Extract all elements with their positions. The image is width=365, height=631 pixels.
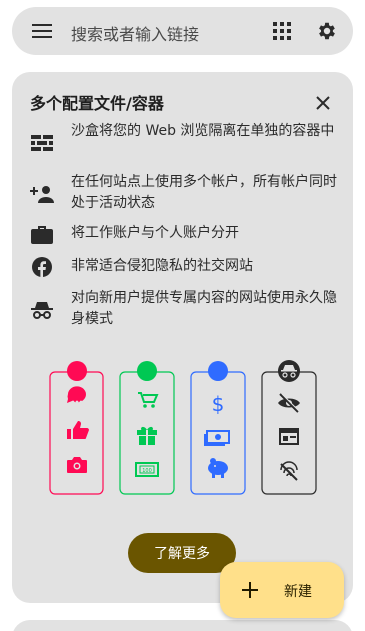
feature-text: 沙盒将您的 Web 浏览隔离在单独的容器中 <box>71 123 335 139</box>
search-bar[interactable]: 搜索或者输入链接 <box>12 7 353 55</box>
feature-text: 在任何站点上使用多个帐户，所有帐户同时处于活动状态 <box>71 174 337 211</box>
fingerprint-off-icon <box>280 461 298 481</box>
facebook-icon <box>30 255 54 279</box>
container-red <box>49 361 104 495</box>
camera-icon <box>67 457 87 473</box>
fab-label: 新建 <box>284 584 312 600</box>
container-green: 100 <box>119 361 175 495</box>
chat-icon <box>67 386 86 404</box>
feature-item: 在任何站点上使用多个帐户，所有帐户同时处于活动状态 <box>30 172 340 216</box>
briefcase-icon <box>30 222 54 246</box>
next-card <box>12 620 353 631</box>
svg-text:100: 100 <box>142 468 152 474</box>
feature-item: 对向新用户提供专属内容的网站使用永久隐身模式 <box>30 288 340 332</box>
feature-text: 对向新用户提供专属内容的网站使用永久隐身模式 <box>71 290 337 327</box>
feature-item: 非常适合侵犯隐私的社交网站 <box>30 255 340 279</box>
incognito-icon <box>281 365 297 378</box>
cash-icon <box>204 430 230 446</box>
plus-icon <box>238 578 262 602</box>
container-blue: $ <box>190 361 246 495</box>
containers-onboarding-card: 多个配置文件/容器 沙盒将您的 Web 浏览隔离在单独的容器中 在任何站点上使用… <box>12 72 353 603</box>
brick-wall-icon <box>30 131 54 155</box>
container-black <box>261 360 317 495</box>
add-person-icon <box>30 182 54 206</box>
money-note-icon: 100 <box>135 462 159 477</box>
thumb-up-icon <box>67 421 89 439</box>
gift-icon <box>137 426 157 445</box>
feature-text: 将工作账户与个人账户分开 <box>71 225 239 241</box>
eye-off-icon <box>278 393 301 413</box>
feature-text: 非常适合侵犯隐私的社交网站 <box>71 258 253 274</box>
piggy-bank-icon <box>208 458 228 478</box>
search-input[interactable]: 搜索或者输入链接 <box>71 21 199 45</box>
learn-more-button[interactable]: 了解更多 <box>128 533 236 573</box>
feature-item: 沙盒将您的 Web 浏览隔离在单独的容器中 <box>30 121 340 165</box>
menu-icon[interactable] <box>30 19 54 43</box>
cart-icon <box>138 392 159 408</box>
settings-gear-icon[interactable] <box>315 19 339 43</box>
incognito-icon <box>30 298 54 322</box>
dollar-icon: $ <box>212 392 225 416</box>
new-tab-fab[interactable]: 新建 <box>220 562 344 618</box>
card-title: 多个配置文件/容器 <box>30 94 164 113</box>
close-icon[interactable] <box>311 91 335 115</box>
feature-item: 将工作账户与个人账户分开 <box>30 222 340 246</box>
layout-icon <box>279 428 299 445</box>
apps-grid-icon[interactable] <box>270 19 294 43</box>
